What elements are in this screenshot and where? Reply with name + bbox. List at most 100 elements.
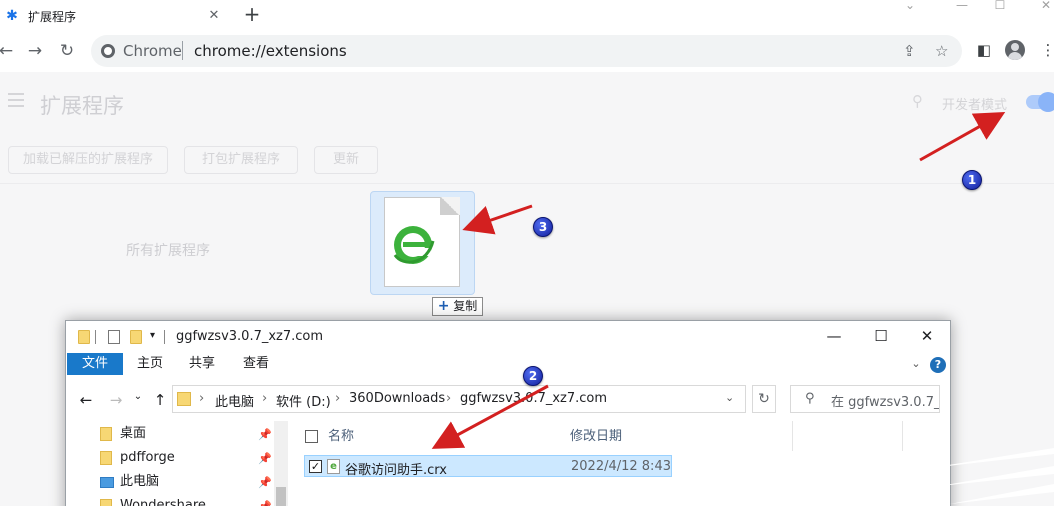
folder-icon xyxy=(100,427,112,441)
nav-scrollbar[interactable] xyxy=(274,421,288,506)
search-placeholder: 在 ggfwzsv3.0.7_... xyxy=(831,395,940,410)
ie-e-icon xyxy=(393,226,435,264)
tab-title: 扩展程序 xyxy=(28,9,77,24)
pack-extension-button[interactable]: 打包扩展程序 xyxy=(184,146,298,174)
explorer-close-icon[interactable]: ✕ xyxy=(917,326,937,346)
new-folder-icon[interactable] xyxy=(130,330,142,344)
search-icon[interactable]: ⚲ xyxy=(912,92,923,110)
extensions-action-bar: 加载已解压的扩展程序 打包扩展程序 更新 xyxy=(0,134,1054,184)
hamburger-menu-icon[interactable] xyxy=(8,93,24,107)
page-title: 扩展程序 xyxy=(40,94,124,118)
copy-label: 复制 xyxy=(453,299,478,313)
ribbon-expand-icon[interactable]: ⌄ xyxy=(909,353,923,375)
omnibox-label: Chrome xyxy=(123,42,182,60)
dragged-file-ghost[interactable] xyxy=(370,191,475,295)
ribbon-tab-view[interactable]: 查看 xyxy=(240,353,272,375)
bookmark-star-icon[interactable]: ☆ xyxy=(935,42,948,60)
omnibox-url[interactable]: chrome://extensions xyxy=(194,42,347,60)
breadcrumb[interactable]: › 此电脑 › 软件 (D:) › 360Downloads › ggfwzsv… xyxy=(172,385,746,413)
select-all-checkbox[interactable] xyxy=(305,430,318,443)
folder-icon xyxy=(100,451,112,465)
ribbon-tab-file[interactable]: 文件 xyxy=(67,353,123,375)
chevron-right-icon: › xyxy=(335,391,341,406)
share-icon[interactable]: ⇪ xyxy=(903,42,916,60)
column-header-date[interactable]: 修改日期 xyxy=(570,425,622,449)
column-header-name[interactable]: 名称 xyxy=(328,425,354,449)
pin-icon[interactable]: 📌 xyxy=(258,500,272,506)
tab-extensions[interactable]: ✱ 扩展程序 ✕ xyxy=(0,0,232,32)
qat-dropdown-icon[interactable]: ▾ xyxy=(150,330,160,344)
maximize-icon[interactable]: ☐ xyxy=(990,0,1010,14)
ribbon-tab-share[interactable]: 共享 xyxy=(186,353,218,375)
pin-icon[interactable]: 📌 xyxy=(258,428,272,441)
ribbon-tabs: 文件 主页 共享 查看 ⌄ ? xyxy=(66,351,950,377)
file-date: 2022/4/12 8:43 xyxy=(571,459,671,474)
breadcrumb-drive-d[interactable]: 软件 (D:) xyxy=(276,391,331,410)
update-button[interactable]: 更新 xyxy=(314,146,378,174)
pin-icon[interactable]: 📌 xyxy=(258,476,272,489)
back-icon[interactable]: ← xyxy=(0,41,16,61)
search-icon: ⚲ xyxy=(805,391,815,406)
folder-icon xyxy=(78,330,90,344)
breadcrumb-360downloads[interactable]: 360Downloads xyxy=(349,391,445,406)
nav-item-desktop[interactable]: 桌面 xyxy=(100,423,146,445)
dev-mode-toggle[interactable] xyxy=(1026,92,1054,112)
forward-icon[interactable]: → xyxy=(25,41,45,61)
explorer-maximize-icon[interactable]: ☐ xyxy=(871,326,891,346)
properties-icon[interactable] xyxy=(108,330,120,344)
step-badge-2: 2 xyxy=(523,366,543,386)
tab-search-icon[interactable]: ⌄ xyxy=(900,0,920,14)
minimize-icon[interactable]: — xyxy=(952,0,972,14)
puzzle-icon: ✱ xyxy=(6,8,18,24)
explorer-back-icon[interactable]: ← xyxy=(78,391,94,409)
column-divider[interactable] xyxy=(792,421,793,451)
recent-locations-icon[interactable]: ⌄ xyxy=(130,391,146,402)
chrome-icon xyxy=(101,44,115,58)
reload-icon[interactable]: ↻ xyxy=(57,41,77,61)
help-icon[interactable]: ? xyxy=(930,357,946,373)
explorer-titlebar: ▾ ggfwzsv3.0.7_xz7.com — ☐ ✕ xyxy=(66,321,950,351)
tab-close-icon[interactable]: ✕ xyxy=(206,8,222,24)
address-dropdown-icon[interactable]: ⌄ xyxy=(725,391,734,404)
step-badge-1: 1 xyxy=(962,170,982,190)
close-window-icon[interactable]: ✕ xyxy=(1036,0,1054,14)
breadcrumb-this-pc[interactable]: 此电脑 xyxy=(215,391,254,410)
pin-icon[interactable]: 📌 xyxy=(258,452,272,465)
side-panel-icon[interactable]: ◧ xyxy=(974,40,994,60)
nav-item-label: pdfforge xyxy=(120,450,175,465)
explorer-minimize-icon[interactable]: — xyxy=(824,326,844,346)
omnibox-divider xyxy=(182,41,183,60)
nav-item-this-pc[interactable]: 此电脑 xyxy=(100,471,159,493)
menu-kebab-icon[interactable]: ⋮ xyxy=(1038,40,1054,60)
page-fold xyxy=(440,197,460,215)
all-extensions-label: 所有扩展程序 xyxy=(126,243,210,259)
explorer-forward-icon[interactable]: → xyxy=(108,391,124,409)
nav-item-label: 桌面 xyxy=(120,426,147,441)
row-checkbox[interactable]: ✓ xyxy=(309,460,322,473)
nav-item-label: Wondershare xyxy=(120,498,206,506)
nav-item-wondershare[interactable]: Wondershare xyxy=(100,495,206,506)
chevron-right-icon: › xyxy=(262,391,268,406)
chevron-right-icon: › xyxy=(446,391,452,406)
navigation-pane: 桌面 📌 pdfforge 📌 此电脑 📌 Wondershare 📌 xyxy=(66,421,288,506)
ribbon-tab-home[interactable]: 主页 xyxy=(134,353,166,375)
up-folder-icon[interactable]: ↑ xyxy=(152,391,168,409)
breadcrumb-current-folder[interactable]: ggfwzsv3.0.7_xz7.com xyxy=(460,391,607,406)
file-explorer-window: ▾ ggfwzsv3.0.7_xz7.com — ☐ ✕ 文件 主页 共享 查看… xyxy=(65,320,951,506)
profile-avatar[interactable] xyxy=(1005,40,1025,60)
folder-icon xyxy=(100,499,112,506)
load-unpacked-button[interactable]: 加载已解压的扩展程序 xyxy=(8,146,168,174)
screenshot-root: { "browser": { "tab": {"favicon": "puzzl… xyxy=(0,0,1054,506)
new-tab-button[interactable]: + xyxy=(241,4,263,26)
file-row[interactable]: ✓ e 谷歌访问助手.crx 2022/4/12 8:43 xyxy=(304,455,672,478)
explorer-search-input[interactable]: ⚲ 在 ggfwzsv3.0.7_... xyxy=(790,385,940,413)
chevron-right-icon: › xyxy=(199,391,205,406)
explorer-address-row: ← → ⌄ ↑ › 此电脑 › 软件 (D:) › 360Downloads ›… xyxy=(66,383,950,415)
file-list: 名称 修改日期 ✓ e 谷歌访问助手.crx 2022/4/12 8:43 xyxy=(294,421,950,506)
qat-divider xyxy=(95,330,96,344)
address-bar[interactable]: Chrome chrome://extensions ⇪ ☆ xyxy=(91,35,962,67)
explorer-refresh-icon[interactable]: ↻ xyxy=(752,385,776,413)
file-name: 谷歌访问助手.crx xyxy=(345,463,447,478)
column-divider[interactable] xyxy=(902,421,903,451)
nav-item-pdfforge[interactable]: pdfforge xyxy=(100,447,175,469)
